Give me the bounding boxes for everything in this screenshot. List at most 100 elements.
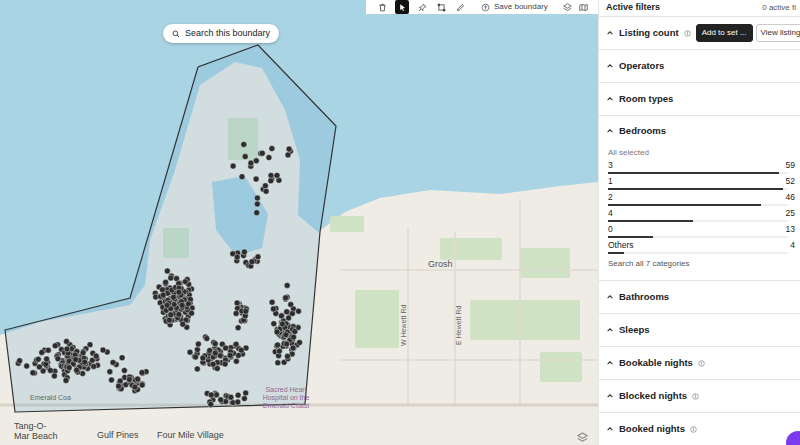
filter-section-header[interactable]: Bookable nights [599,347,800,379]
listing-pin[interactable] [47,367,53,373]
filter-section-header[interactable]: Blocked nights [599,380,800,412]
add-to-set-button[interactable]: Add to set ... [696,24,753,42]
listing-pin[interactable] [17,358,23,364]
listing-pin[interactable] [63,377,69,383]
listing-pin[interactable] [91,363,97,369]
listing-pin[interactable] [227,352,233,358]
listing-pin[interactable] [235,325,241,331]
listing-pin[interactable] [207,348,213,354]
listing-pin[interactable] [44,356,50,362]
listing-pin[interactable] [296,308,302,314]
map-icon[interactable] [579,3,588,12]
listing-pin[interactable] [290,345,296,351]
listing-pin[interactable] [286,146,292,152]
boundary-polygon[interactable] [5,45,336,412]
option-row[interactable]: 425 [608,207,795,223]
listing-pin[interactable] [116,383,122,389]
listing-pin[interactable] [179,302,185,308]
listing-pin[interactable] [73,357,79,363]
listing-pin[interactable] [285,152,291,158]
search-boundary-button[interactable]: Search this boundary [163,24,279,43]
listing-pin[interactable] [93,353,99,359]
listing-pin[interactable] [121,368,127,374]
listing-pin[interactable] [243,308,249,314]
listing-pin[interactable] [35,356,41,362]
listing-pin[interactable] [235,392,241,398]
listing-pin[interactable] [80,350,86,356]
listing-pin[interactable] [254,195,260,201]
listing-pin[interactable] [187,349,193,355]
listing-pin[interactable] [171,294,177,300]
listing-pin[interactable] [194,366,200,372]
map-canvas[interactable] [0,0,598,445]
listing-pin[interactable] [218,397,224,403]
listing-pin[interactable] [284,309,290,315]
listing-pin[interactable] [291,345,297,351]
filter-section-header[interactable]: Listing countAdd to set ...View listing [599,17,800,49]
listing-pin[interactable] [254,201,260,207]
listing-pin[interactable] [262,183,268,189]
filter-section-header[interactable]: Bathrooms [599,281,800,313]
layers-icon[interactable] [577,432,588,443]
listing-pin[interactable] [230,163,236,169]
listing-pin[interactable] [214,392,220,398]
listing-pin[interactable] [43,361,49,367]
listing-pin[interactable] [269,146,275,152]
listing-pin[interactable] [126,377,132,383]
listing-pin[interactable] [233,358,239,364]
layers-icon[interactable] [563,3,572,12]
listing-pin[interactable] [164,302,170,308]
listing-pin[interactable] [283,295,289,301]
listing-pin[interactable] [180,321,186,327]
trash-icon[interactable] [376,0,388,14]
listing-pin[interactable] [259,150,265,156]
option-row[interactable]: 152 [608,175,795,191]
listing-pin[interactable] [234,300,240,306]
map[interactable]: GroshW Hewett RdE Hewett RdEmerald CoaSa… [0,0,598,445]
listing-pin[interactable] [241,396,247,402]
listing-pin[interactable] [268,178,274,184]
listing-pin[interactable] [222,361,228,367]
listing-pin[interactable] [253,176,259,182]
listing-pin[interactable] [132,384,138,390]
listing-pin[interactable] [168,275,174,281]
listing-pin[interactable] [64,338,70,344]
listing-pin[interactable] [283,295,289,301]
option-row[interactable]: 246 [608,191,795,207]
listing-pin[interactable] [238,347,244,353]
listing-pin[interactable] [275,342,281,348]
listing-pin[interactable] [254,210,260,216]
view-listing-button[interactable]: View listing [756,24,800,42]
search-categories-link[interactable]: Search all 7 categories [608,257,795,271]
listing-pin[interactable] [64,346,70,352]
listing-pin[interactable] [52,343,58,349]
listing-pin[interactable] [268,173,274,179]
listing-pin[interactable] [193,354,199,360]
listing-pin[interactable] [285,353,291,359]
listing-pin[interactable] [135,376,141,382]
listing-pin[interactable] [182,279,188,285]
listing-pin[interactable] [194,347,200,353]
listing-pin[interactable] [269,299,275,305]
option-row[interactable]: Others4 [608,239,795,255]
listing-pin[interactable] [234,254,240,260]
listing-pin[interactable] [266,155,272,161]
listing-pin[interactable] [30,370,36,376]
save-boundary-button[interactable]: Save boundary [481,0,548,14]
pin-icon[interactable] [416,0,428,14]
listing-pin[interactable] [253,158,259,164]
listing-pin[interactable] [241,249,247,255]
filter-section-header[interactable]: Sleeps [599,314,800,346]
listing-pin[interactable] [243,390,249,396]
listing-pin[interactable] [284,282,290,288]
listing-pin[interactable] [45,347,51,353]
listing-pin[interactable] [100,347,106,353]
listing-pin[interactable] [270,306,276,312]
listing-pin[interactable] [208,401,214,407]
listing-pin[interactable] [233,341,239,347]
listing-pin[interactable] [212,341,218,347]
listing-pin[interactable] [263,188,269,194]
listing-pin[interactable] [160,292,166,298]
listing-pin[interactable] [288,302,294,308]
listing-pin[interactable] [274,172,280,178]
